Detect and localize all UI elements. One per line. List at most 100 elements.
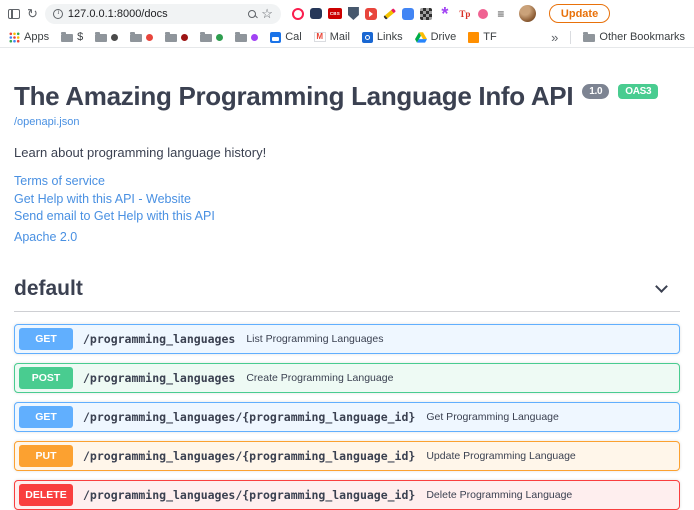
folder-icon	[235, 34, 247, 42]
blue-square-extension-icon[interactable]	[402, 8, 414, 20]
method-badge: POST	[19, 367, 73, 389]
checker-extension-icon[interactable]	[420, 8, 432, 20]
url-text: 127.0.0.1:8000/docs	[68, 8, 243, 20]
endpoint-row-get-2[interactable]: GET/programming_languages/{programming_l…	[14, 402, 680, 432]
bookmark-label: Drive	[431, 31, 457, 43]
endpoint-summary: Get Programming Language	[426, 411, 559, 423]
address-bar[interactable]: 127.0.0.1:8000/docs ☆	[45, 4, 281, 24]
folder-icon	[130, 34, 142, 42]
api-info-links: Terms of service Get Help with this API …	[14, 174, 680, 246]
method-badge: GET	[19, 328, 73, 350]
cbs-extension-icon[interactable]: CBS	[328, 8, 342, 19]
endpoint-path: /programming_languages/{programming_lang…	[83, 449, 415, 463]
bookmark-folder-dollar[interactable]: $	[61, 31, 83, 43]
zoom-icon[interactable]	[248, 10, 256, 18]
endpoint-row-get-0[interactable]: GET/programming_languages List Programmin…	[14, 324, 680, 354]
heart-marker-icon	[251, 34, 258, 41]
bookmark-folder-gift[interactable]	[165, 32, 188, 42]
bookmark-label: Other Bookmarks	[599, 31, 685, 43]
bookmark-label: Cal	[285, 31, 302, 43]
endpoint-path: /programming_languages	[83, 371, 235, 385]
leaf-marker-icon	[216, 34, 223, 41]
calendar-icon	[270, 32, 281, 43]
side-panel-icon[interactable]	[8, 9, 20, 19]
endpoint-list: GET/programming_languages List Programmin…	[14, 324, 680, 510]
drive-icon	[415, 32, 427, 43]
bookmark-mail[interactable]: Mail	[314, 31, 350, 43]
list-extension-icon[interactable]: ≡	[494, 7, 508, 21]
api-title: The Amazing Programming Language Info AP…	[14, 81, 680, 112]
gmail-icon	[314, 32, 326, 42]
flower-extension-icon[interactable]: *	[438, 7, 452, 21]
bookmark-folder-leaf[interactable]	[200, 32, 223, 42]
bookmark-label: TF	[483, 31, 496, 43]
bookmarks-overflow-chevron[interactable]: »	[551, 30, 558, 45]
bookmark-apps[interactable]: Apps	[9, 31, 49, 43]
bookmark-label: $	[77, 31, 83, 43]
shield-extension-icon[interactable]	[348, 7, 359, 20]
api-description: Learn about programming language history…	[14, 145, 680, 160]
tag-section-default[interactable]: default	[14, 269, 680, 312]
contact-email-link[interactable]: Send email to Get Help with this API	[14, 209, 680, 225]
apps-grid-icon	[9, 32, 20, 43]
contact-website-link[interactable]: Get Help with this API - Website	[14, 192, 680, 208]
browser-toolbar: ↻ 127.0.0.1:8000/docs ☆ CBS * Tp ≡ Updat…	[0, 0, 694, 27]
site-info-icon[interactable]	[53, 9, 63, 19]
bookmark-star-icon[interactable]: ☆	[261, 7, 273, 20]
folder-icon	[95, 34, 107, 42]
bookmarks-bar: Apps $ Cal Mail Links Drive TF » Other B…	[0, 27, 694, 48]
folder-icon	[61, 34, 73, 42]
method-badge: GET	[19, 406, 73, 428]
api-title-text: The Amazing Programming Language Info AP…	[14, 81, 573, 112]
bookmark-label: Apps	[24, 31, 49, 43]
arrow-extension-icon[interactable]	[365, 8, 377, 20]
endpoint-row-post-1[interactable]: POST/programming_languages Create Program…	[14, 363, 680, 393]
chat-extension-icon[interactable]	[310, 8, 322, 19]
version-badge: 1.0	[582, 84, 609, 99]
tag-title: default	[14, 277, 83, 301]
reload-icon[interactable]: ↻	[27, 7, 38, 20]
bookmarks-separator	[570, 31, 571, 44]
endpoint-path: /programming_languages/{programming_lang…	[83, 488, 415, 502]
gift-marker-icon	[181, 34, 188, 41]
update-button[interactable]: Update	[549, 4, 610, 23]
endpoint-summary: Create Programming Language	[246, 372, 393, 384]
folder-icon	[200, 34, 212, 42]
bookmark-tf[interactable]: TF	[468, 31, 496, 43]
tp-extension-icon[interactable]: Tp	[458, 7, 472, 21]
pencil-extension-icon[interactable]	[383, 8, 395, 19]
bookmark-links[interactable]: Links	[362, 31, 403, 43]
endpoint-summary: Delete Programming Language	[426, 489, 572, 501]
bookmark-label: Mail	[330, 31, 350, 43]
bookmark-other-bookmarks[interactable]: Other Bookmarks	[583, 31, 685, 43]
folder-icon	[583, 34, 595, 42]
endpoint-row-delete-4[interactable]: DELETE/programming_languages/{programmin…	[14, 480, 680, 510]
opera-extension-icon[interactable]	[292, 8, 304, 20]
extension-icons: CBS * Tp ≡	[292, 7, 508, 21]
endpoint-summary: Update Programming Language	[426, 450, 575, 462]
bookmark-cal[interactable]: Cal	[270, 31, 302, 43]
swagger-docs-page: The Amazing Programming Language Info AP…	[0, 48, 694, 510]
links-icon	[362, 32, 373, 43]
oas3-badge: OAS3	[618, 84, 658, 99]
endpoint-summary: List Programming Languages	[246, 333, 383, 345]
bookmark-folder-cherry[interactable]	[130, 32, 153, 42]
cherry-marker-icon	[146, 34, 153, 41]
license-link[interactable]: Apache 2.0	[14, 230, 680, 246]
openapi-json-link[interactable]: /openapi.json	[14, 116, 79, 128]
bookmark-folder-heart[interactable]	[235, 32, 258, 42]
bookmark-folder-paw[interactable]	[95, 32, 118, 42]
folder-icon	[165, 34, 177, 42]
endpoint-row-put-3[interactable]: PUT/programming_languages/{programming_l…	[14, 441, 680, 471]
method-badge: PUT	[19, 445, 73, 467]
profile-avatar[interactable]	[519, 5, 536, 22]
terms-of-service-link[interactable]: Terms of service	[14, 174, 680, 190]
method-badge: DELETE	[19, 484, 73, 506]
endpoint-path: /programming_languages/{programming_lang…	[83, 410, 415, 424]
endpoint-path: /programming_languages	[83, 332, 235, 346]
chevron-down-icon[interactable]	[655, 280, 668, 293]
bookmark-label: Links	[377, 31, 403, 43]
bookmark-drive[interactable]: Drive	[415, 31, 457, 43]
paw-marker-icon	[111, 34, 118, 41]
pink-extension-icon[interactable]	[478, 9, 488, 19]
